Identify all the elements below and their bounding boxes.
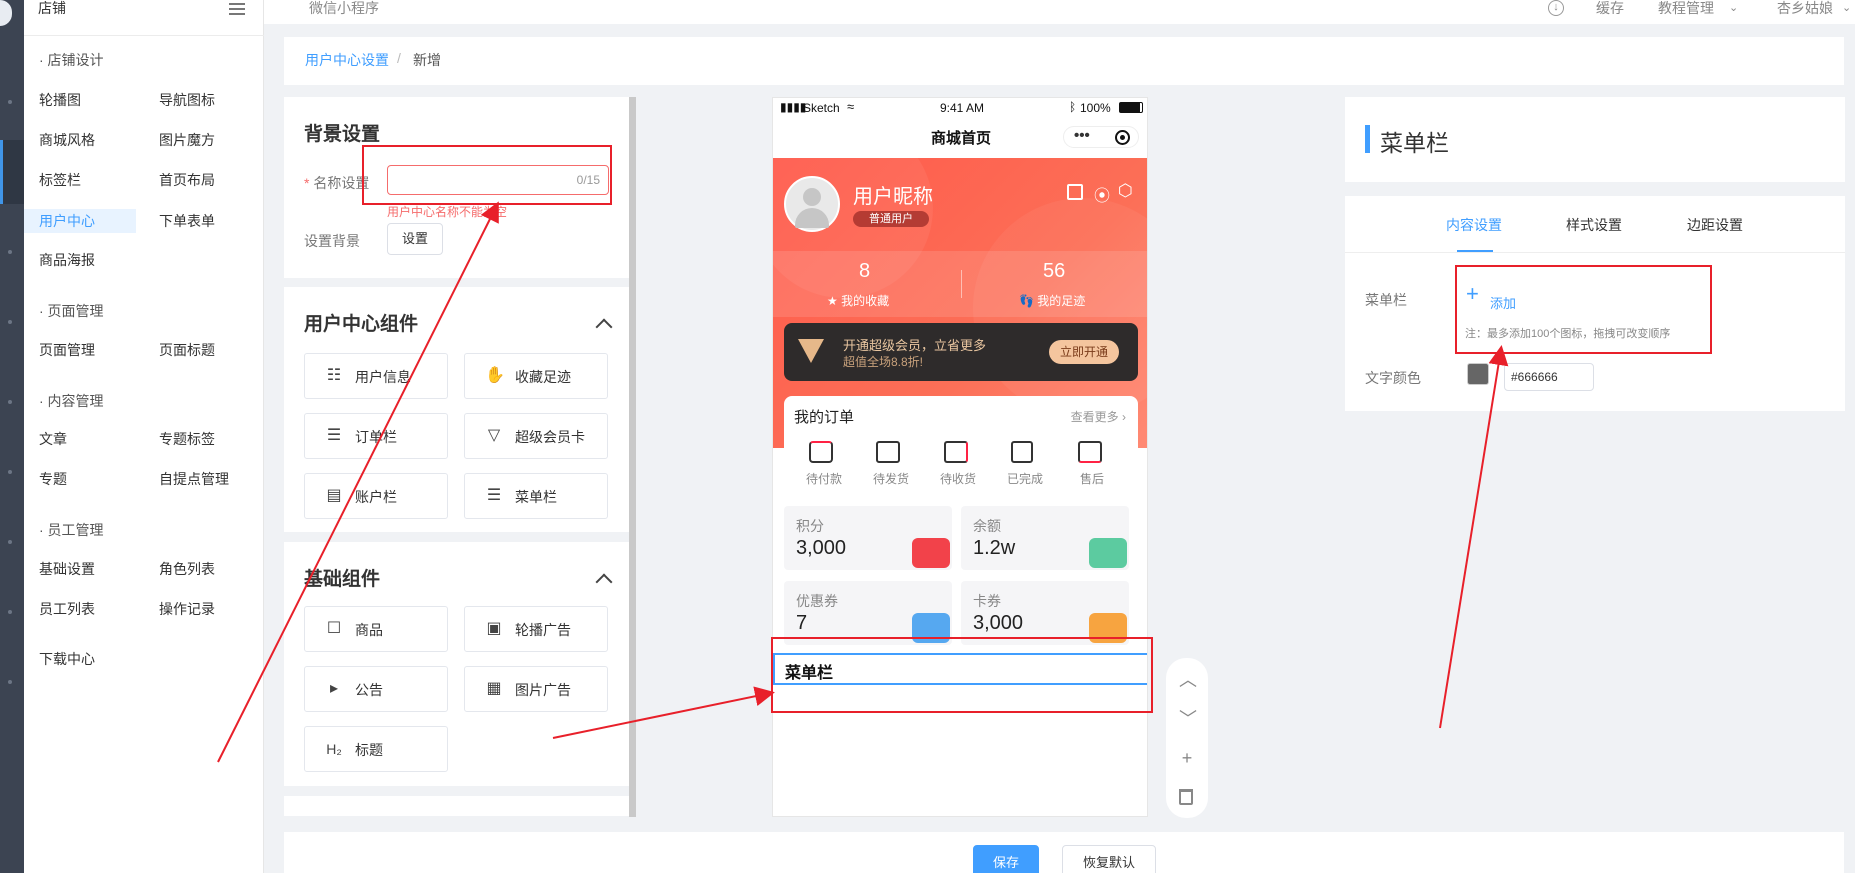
arrow-to-menu-bar <box>552 686 775 739</box>
arrow-to-add <box>1439 345 1509 729</box>
annotation-arrows <box>217 201 1509 763</box>
arrow-to-name <box>217 201 499 763</box>
